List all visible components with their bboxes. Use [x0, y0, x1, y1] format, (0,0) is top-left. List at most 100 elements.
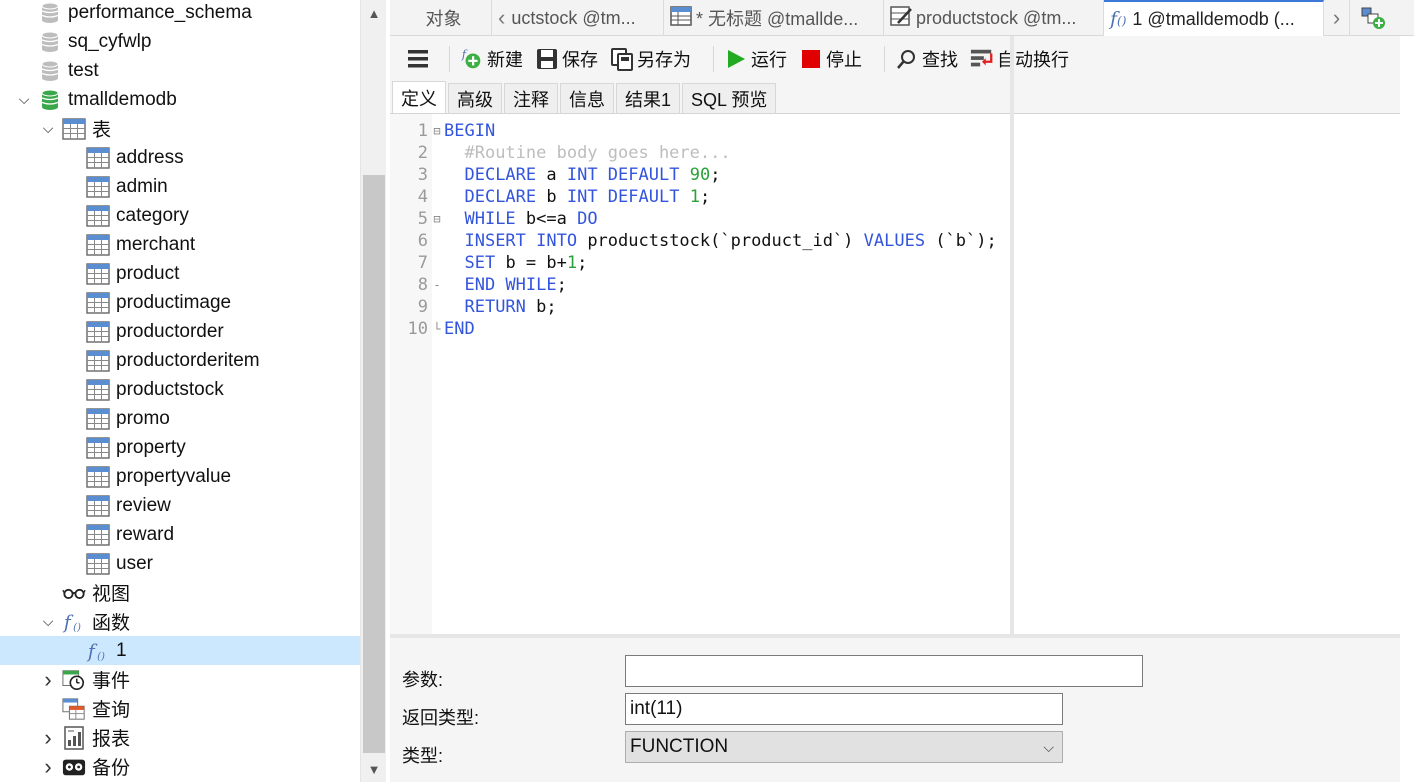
tree-item[interactable]: test [0, 56, 360, 85]
tab-function-1[interactable]: f() 1 @tmalldemodb (... [1104, 0, 1324, 36]
tree-item[interactable]: promo [0, 404, 360, 433]
params-input[interactable] [625, 655, 1143, 687]
tree-item[interactable]: productimage [0, 288, 360, 317]
tree-item[interactable]: merchant [0, 230, 360, 259]
tab-label: productstock @tm... [916, 7, 1077, 28]
code-line: INSERT INTO productstock(`product_id`) V… [444, 230, 996, 252]
tree-item[interactable]: category [0, 201, 360, 230]
tree-item[interactable]: ⌵ tmalldemodb [0, 85, 360, 114]
table-icon [86, 407, 110, 431]
run-button[interactable]: 运行 [724, 46, 787, 72]
line-number: 3 [417, 165, 428, 185]
save-as-button[interactable]: 另存为 [610, 46, 691, 72]
subtab[interactable]: SQL 预览 [682, 83, 777, 113]
tree-item[interactable]: 查询 [0, 694, 360, 723]
type-select[interactable]: FUNCTION ⌵ [625, 731, 1063, 763]
editor-toolbar: f 新建 保存 另存为 运行 停止 查找 自动换行 [390, 36, 1400, 82]
fold-marker[interactable]: ⊟ [431, 208, 443, 230]
code-line: DECLARE a INT DEFAULT 90; [444, 164, 720, 186]
tree-item[interactable]: › 报表 [0, 723, 360, 752]
tree-item[interactable]: productorder [0, 317, 360, 346]
tree-item[interactable]: 视图 [0, 578, 360, 607]
tree-item[interactable]: admin [0, 172, 360, 201]
tree-item[interactable]: property [0, 433, 360, 462]
word-wrap-button[interactable]: 自动换行 [970, 46, 1069, 72]
code-line: #Routine body goes here... [444, 142, 730, 164]
tab-untitled[interactable]: * 无标题 @tmallde... [664, 0, 884, 36]
subtab[interactable]: 注释 [504, 83, 558, 113]
save-button[interactable]: 保存 [535, 46, 598, 72]
tree-item[interactable]: ⌵ 表 [0, 114, 360, 143]
scroll-down-icon[interactable]: ▼ [361, 756, 387, 782]
chevron-down-icon[interactable]: ⌵ [40, 114, 56, 143]
new-button[interactable]: f 新建 [460, 46, 523, 72]
code-token: ; [710, 165, 721, 185]
save-as-label: 另存为 [637, 50, 691, 70]
sql-editor[interactable]: 1 2 3 4 5 6 7 8 9 10 ⊟ BEGIN #Routine body goes he… [390, 114, 1400, 634]
tree-item-label: 表 [92, 120, 112, 141]
chevron-right-icon[interactable]: › [40, 723, 56, 752]
tab-label: uctstock @tm... [511, 7, 636, 28]
chevron-right-icon[interactable]: › [40, 665, 56, 694]
tree-scrollbar[interactable]: ▲ ▼ [360, 0, 386, 782]
line-number: 6 [417, 231, 428, 251]
code-token: b = b+ [495, 253, 567, 273]
tab-scroll-right-icon[interactable]: › [1324, 0, 1350, 36]
chevron-right-icon[interactable]: › [40, 752, 56, 781]
tree-item-label: 1 [116, 639, 127, 661]
tree-item[interactable]: productorderitem [0, 346, 360, 375]
find-label: 查找 [922, 50, 958, 70]
scroll-up-icon[interactable]: ▲ [361, 0, 387, 26]
tree-item[interactable]: › 备份 [0, 752, 360, 781]
tree-item[interactable]: user [0, 549, 360, 578]
tree-item[interactable]: performance_schema [0, 0, 360, 27]
tab-productstock-1[interactable]: ‹ uctstock @tm... [492, 0, 664, 36]
word-wrap-icon [970, 47, 994, 71]
tree-item[interactable]: f() 1 [0, 636, 360, 665]
event-icon [62, 668, 86, 692]
tree-item[interactable]: address [0, 143, 360, 172]
code-line: SET b = b+1; [444, 252, 587, 274]
chevron-down-icon[interactable]: ⌵ [16, 85, 32, 114]
tree-item[interactable]: review [0, 491, 360, 520]
table-icon [86, 465, 110, 489]
subtab[interactable]: 信息 [560, 83, 614, 113]
subtab[interactable]: 定义 [392, 81, 446, 113]
chevron-down-icon[interactable]: ⌵ [40, 607, 56, 636]
new-tab-icon[interactable] [1350, 0, 1396, 36]
tree-scrollbar-thumb[interactable] [363, 175, 385, 753]
save-as-icon [610, 47, 634, 71]
menu-button[interactable] [406, 47, 433, 71]
tab-productstock-2[interactable]: productstock @tm... [884, 0, 1104, 36]
tree-item[interactable]: productstock [0, 375, 360, 404]
tree-item[interactable]: product [0, 259, 360, 288]
return-type-input[interactable]: int(11) [625, 693, 1063, 725]
tab-objects[interactable]: 对象 [390, 0, 492, 36]
table-design-icon [890, 5, 912, 31]
tree-item[interactable]: propertyvalue [0, 462, 360, 491]
tree-item[interactable]: ⌵ f() 函数 [0, 607, 360, 636]
table-icon [86, 233, 110, 257]
tree-item[interactable]: sq_cyfwlp [0, 27, 360, 56]
toolbar-separator [713, 46, 714, 72]
tree-item[interactable]: › 事件 [0, 665, 360, 694]
hamburger-menu-icon [406, 47, 430, 71]
subtab[interactable]: 结果1 [616, 83, 681, 113]
fold-marker[interactable]: ⊟ [431, 120, 443, 142]
stop-button[interactable]: 停止 [799, 46, 862, 72]
code-token: DECLARE [464, 187, 537, 207]
tab-label: * 无标题 @tmallde... [696, 9, 859, 29]
find-button[interactable]: 查找 [895, 46, 958, 72]
line-number: 8 [417, 275, 428, 295]
tree-item[interactable]: reward [0, 520, 360, 549]
tab-scroll-left-icon[interactable]: ‹ [498, 5, 505, 31]
tree-item-label: merchant [116, 233, 196, 255]
tree-item-label: reward [116, 523, 175, 545]
subtab[interactable]: 高级 [448, 83, 502, 113]
report-icon [62, 725, 86, 750]
